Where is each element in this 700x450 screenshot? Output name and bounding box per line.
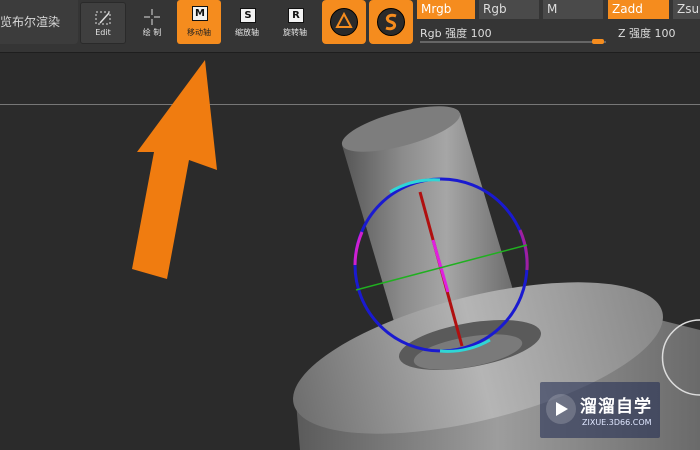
watermark-title: 溜溜自学 [580,397,652,417]
play-logo-icon [546,394,576,424]
watermark-badge: 溜溜自学 ZIXUE.3D66.COM [540,382,660,438]
watermark-url: ZIXUE.3D66.COM [582,418,652,427]
